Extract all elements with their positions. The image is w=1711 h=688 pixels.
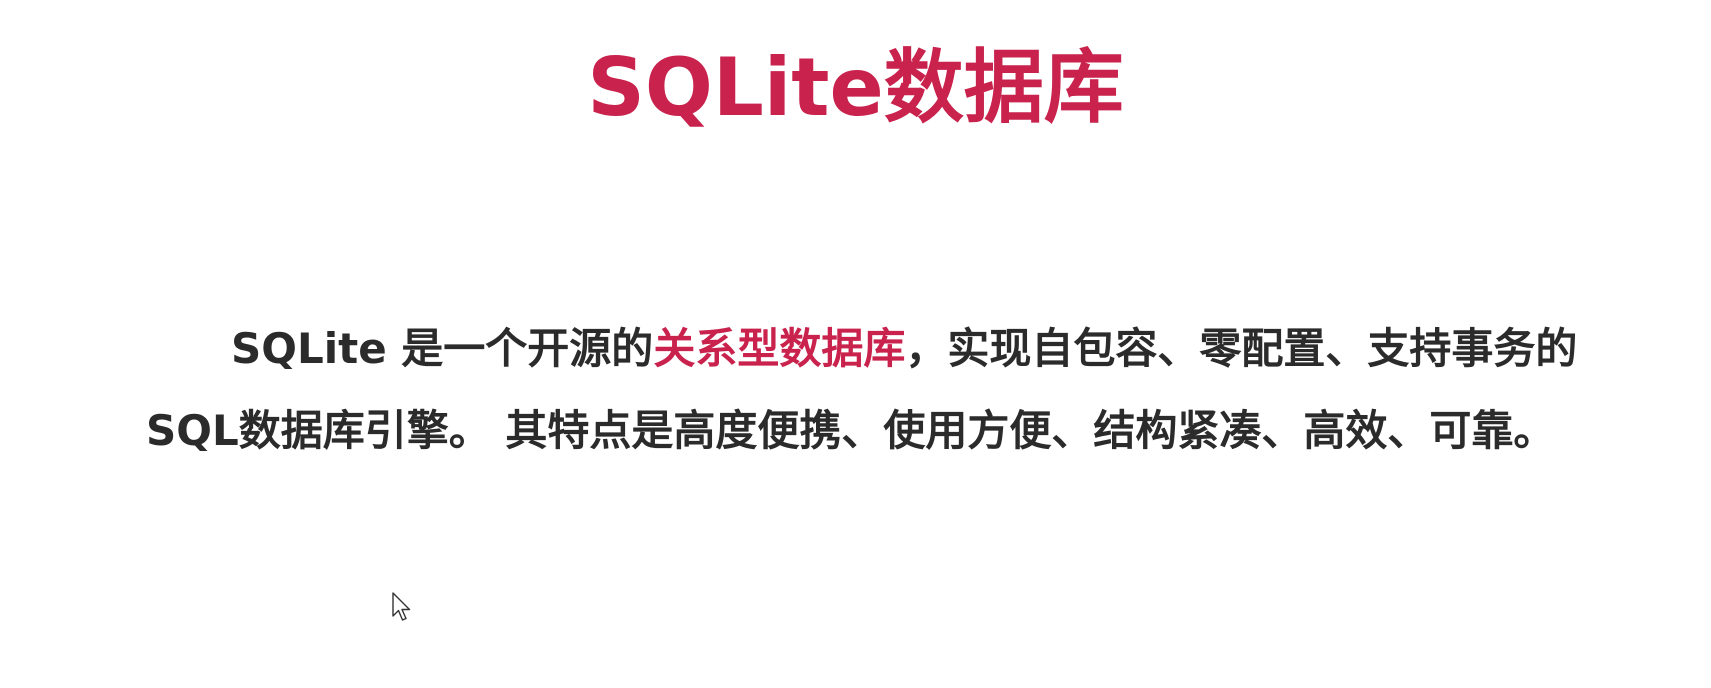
mouse-pointer-icon (392, 592, 411, 621)
slide-paragraph: SQLite 是一个开源的关系型数据库，实现自包容、零配置、支持事务的SQL数据… (146, 308, 1616, 472)
slide-title: SQLite数据库 (587, 41, 1124, 134)
paragraph-text-before: SQLite 是一个开源的 (231, 324, 654, 373)
paragraph-highlight: 关系型数据库 (653, 324, 906, 373)
slide: SQLite数据库 SQLite 是一个开源的关系型数据库，实现自包容、零配置、… (0, 0, 1711, 688)
